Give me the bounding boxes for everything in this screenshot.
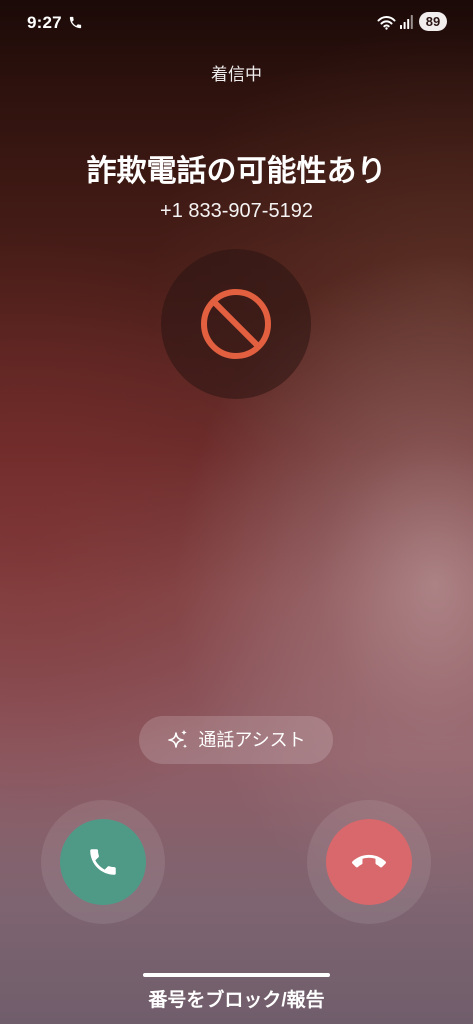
accept-call-circle[interactable] xyxy=(60,819,146,905)
caller-avatar xyxy=(161,249,311,399)
block-report-link[interactable]: 番号をブロック/報告 xyxy=(0,988,473,1014)
prohibited-icon xyxy=(201,289,271,359)
spam-warning-title: 詐欺電話の可能性あり xyxy=(86,155,387,188)
call-assist-button[interactable]: 通話アシスト xyxy=(139,716,333,764)
caller-phone-number: +1 833-907-5192 xyxy=(160,200,313,222)
status-time: 9:27 xyxy=(27,13,62,32)
call-end-icon xyxy=(352,854,386,868)
decline-call-button[interactable] xyxy=(307,800,431,924)
sparkle-icon xyxy=(168,729,188,749)
wifi-icon xyxy=(377,16,396,30)
call-assist-label: 通話アシスト xyxy=(198,730,306,750)
decline-call-circle[interactable] xyxy=(326,819,412,905)
battery-indicator: 89 xyxy=(419,12,447,31)
phone-icon xyxy=(90,849,116,875)
phone-icon xyxy=(69,16,82,29)
accept-call-button[interactable] xyxy=(41,800,165,924)
signal-icon xyxy=(400,15,413,29)
home-indicator[interactable] xyxy=(143,973,330,977)
call-state-label: 着信中 xyxy=(211,65,262,84)
